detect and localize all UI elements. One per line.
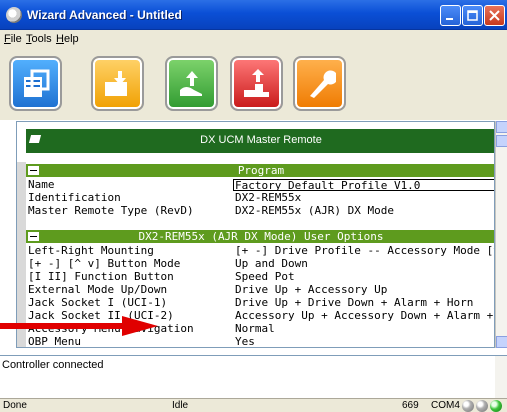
log-pane[interactable]: Controller connected bbox=[0, 355, 507, 399]
row-value[interactable]: Speed Pot bbox=[233, 271, 494, 283]
row-value[interactable]: Drive Up + Drive Down + Alarm + Horn bbox=[233, 297, 494, 309]
section-title: Program bbox=[237, 164, 285, 177]
section-user-options[interactable]: DX2-REM55x (AJR DX Mode) User Options bbox=[26, 230, 494, 243]
table-row[interactable]: Name Factory Default Profile V1.0 bbox=[26, 179, 494, 191]
row-name: Jack Socket I (UCI-1) bbox=[28, 297, 168, 309]
title-bar: Wizard Advanced - Untitled bbox=[0, 0, 507, 30]
app-icon[interactable] bbox=[6, 7, 22, 23]
write-controller-button[interactable] bbox=[165, 56, 218, 111]
close-icon bbox=[489, 10, 500, 21]
row-name: [I II] Function Button bbox=[28, 271, 174, 283]
menu-tools[interactable]: Tools bbox=[26, 33, 52, 45]
annotation-arrow-icon bbox=[0, 316, 158, 336]
table-row[interactable]: [+ -] [^ v] Button Mode Up and Down bbox=[26, 258, 494, 270]
row-value[interactable]: Accessory Up + Accessory Down + Alarm + … bbox=[233, 310, 494, 322]
row-name: [+ -] [^ v] Button Mode bbox=[28, 258, 181, 270]
status-led-icon bbox=[476, 400, 488, 412]
section-title: DX2-REM55x (AJR DX Mode) User Options bbox=[138, 230, 384, 243]
row-value[interactable]: [+ -] Drive Profile -- Accessory Mode [^… bbox=[233, 245, 494, 257]
table-row[interactable]: External Mode Up/Down Drive Up + Accesso… bbox=[26, 284, 494, 296]
toolbar bbox=[0, 48, 507, 120]
header-bar: DX UCM Master Remote bbox=[26, 129, 494, 153]
scroll-thumb[interactable] bbox=[496, 135, 507, 147]
scroll-down-button[interactable] bbox=[496, 336, 507, 348]
row-name: Name bbox=[28, 179, 55, 191]
program-controller-icon bbox=[244, 69, 269, 97]
minimize-icon bbox=[446, 18, 453, 20]
table-row[interactable]: Jack Socket I (UCI-1) Drive Up + Drive D… bbox=[26, 297, 494, 309]
status-state: Idle bbox=[172, 400, 189, 411]
program-controller-button[interactable] bbox=[230, 56, 283, 111]
row-value[interactable]: DX2-REM55x bbox=[233, 192, 494, 204]
maximize-button[interactable] bbox=[462, 5, 483, 26]
menu-bar: File Tools Help bbox=[0, 30, 507, 48]
row-name: Identification bbox=[28, 192, 121, 204]
section-program[interactable]: Program bbox=[26, 164, 494, 177]
tools-button[interactable] bbox=[293, 56, 346, 111]
row-name: Master Remote Type (RevD) bbox=[28, 205, 194, 217]
minimize-button[interactable] bbox=[440, 5, 461, 26]
header-title: DX UCM Master Remote bbox=[200, 134, 322, 146]
log-text: Controller connected bbox=[2, 359, 104, 371]
row-name: OBP Menu bbox=[28, 336, 81, 348]
scroll-up-button[interactable] bbox=[496, 121, 507, 133]
status-led-icon bbox=[462, 400, 474, 412]
row-value[interactable]: Drive Up + Accessory Up bbox=[233, 284, 494, 296]
read-controller-icon bbox=[105, 71, 127, 96]
menu-file[interactable]: File bbox=[4, 33, 22, 45]
row-value[interactable]: DX2-REM55x (AJR) DX Mode bbox=[233, 205, 494, 217]
maximize-icon bbox=[467, 10, 478, 21]
property-grid[interactable]: DX UCM Master Remote Program Name Factor… bbox=[16, 121, 495, 348]
tools-wrench-icon bbox=[310, 70, 336, 98]
menu-help[interactable]: Help bbox=[56, 33, 79, 45]
log-scrollbar[interactable] bbox=[495, 356, 507, 399]
open-profile-button[interactable] bbox=[9, 56, 62, 111]
row-name: External Mode Up/Down bbox=[28, 284, 168, 296]
row-value[interactable]: Factory Default Profile V1.0 bbox=[233, 179, 494, 191]
status-led-icon bbox=[490, 400, 502, 412]
table-row[interactable]: Identification DX2-REM55x bbox=[26, 192, 494, 204]
table-row[interactable]: Master Remote Type (RevD) DX2-REM55x (AJ… bbox=[26, 205, 494, 217]
row-value[interactable]: Yes bbox=[233, 336, 494, 347]
close-button[interactable] bbox=[484, 5, 505, 26]
write-controller-icon bbox=[180, 71, 202, 96]
read-controller-button[interactable] bbox=[91, 56, 144, 111]
grid-scrollbar[interactable] bbox=[495, 121, 507, 348]
grid-header: DX UCM Master Remote bbox=[17, 122, 494, 162]
table-row[interactable]: [I II] Function Button Speed Pot bbox=[26, 271, 494, 283]
status-count: 669 bbox=[402, 400, 419, 411]
status-text: Done bbox=[3, 400, 27, 411]
status-bar: Done Idle 669 COM4 bbox=[0, 398, 507, 412]
table-row[interactable]: Left-Right Mounting [+ -] Drive Profile … bbox=[26, 245, 494, 257]
open-profile-icon bbox=[24, 69, 50, 97]
table-row[interactable]: OBP Menu Yes bbox=[26, 336, 494, 348]
row-value[interactable]: Up and Down bbox=[233, 258, 494, 270]
window-title: Wizard Advanced - Untitled bbox=[27, 8, 182, 22]
row-value[interactable]: Normal bbox=[233, 323, 494, 335]
row-name: Left-Right Mounting bbox=[28, 245, 154, 257]
status-port: COM4 bbox=[431, 400, 460, 411]
